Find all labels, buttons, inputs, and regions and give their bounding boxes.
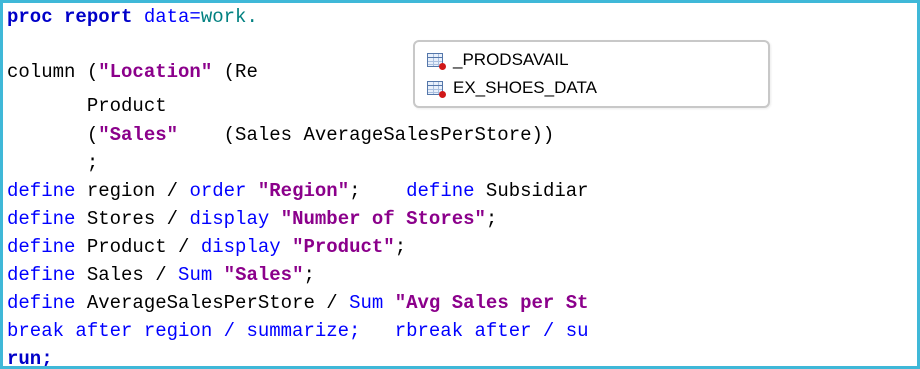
code-line[interactable]: ; <box>7 149 98 177</box>
code-token: display <box>189 208 270 230</box>
code-token: (Sales AverageSalesPerStore)) <box>178 124 555 146</box>
code-token: Product / <box>75 236 201 258</box>
code-line[interactable]: define region / order "Region"; define S… <box>7 177 589 205</box>
code-token: ; <box>349 180 407 202</box>
code-token: "Sales" <box>98 124 179 146</box>
code-line[interactable]: proc report data=work. <box>7 3 258 31</box>
autocomplete-item-label: _PRODSAVAIL <box>453 50 569 69</box>
code-token: AverageSalesPerStore / <box>75 292 350 314</box>
code-token: data= <box>132 6 201 28</box>
code-token: Sum <box>349 292 384 314</box>
code-line[interactable]: define Stores / display "Number of Store… <box>7 205 497 233</box>
code-line[interactable]: break after region / summarize; rbreak a… <box>7 317 589 345</box>
code-token: proc report <box>7 6 133 28</box>
code-token: column ( <box>7 61 99 83</box>
code-token: Sum <box>178 264 213 286</box>
code-editor-frame: proc report data=work. column ("Location… <box>0 0 920 369</box>
code-token: ; <box>7 152 99 174</box>
autocomplete-popup: _PRODSAVAIL EX_SHOES_DATA <box>413 40 770 108</box>
code-token: define <box>7 236 76 258</box>
code-line[interactable]: Product <box>7 92 167 120</box>
code-line[interactable]: ("Sales" (Sales AverageSalesPerStore)) <box>7 121 555 149</box>
code-token: "Avg Sales per St <box>394 292 589 314</box>
code-token: ; <box>485 208 498 230</box>
code-token: "Number of Stores" <box>280 208 486 230</box>
code-token: run; <box>7 348 53 369</box>
code-token: ( <box>7 124 99 146</box>
code-token: Subsidiar <box>474 180 589 202</box>
code-token: Stores / <box>75 208 190 230</box>
code-token: order <box>189 180 247 202</box>
code-token: rbreak after / su <box>394 320 589 342</box>
code-token: define <box>7 180 76 202</box>
autocomplete-item-prodsavail[interactable]: _PRODSAVAIL <box>427 48 569 72</box>
autocomplete-item-ex-shoes-data[interactable]: EX_SHOES_DATA <box>427 76 597 100</box>
code-token: define <box>406 180 475 202</box>
code-token: define <box>7 208 76 230</box>
code-token: "Region" <box>257 180 350 202</box>
code-token: "Sales" <box>223 264 304 286</box>
dataset-icon <box>427 80 446 98</box>
code-token: break after region / summarize; <box>7 320 361 342</box>
code-line[interactable]: run; <box>7 345 53 369</box>
autocomplete-item-label: EX_SHOES_DATA <box>453 78 597 97</box>
code-token: Product <box>7 95 167 117</box>
code-token: ; <box>394 236 407 258</box>
code-line[interactable]: define Sales / Sum "Sales"; <box>7 261 315 289</box>
code-token: Sales / <box>75 264 179 286</box>
code-token: work. <box>200 6 258 28</box>
code-token: display <box>200 236 281 258</box>
code-line[interactable]: define Product / display "Product"; <box>7 233 406 261</box>
code-line[interactable]: define AverageSalesPerStore / Sum "Avg S… <box>7 289 589 317</box>
code-token: define <box>7 264 76 286</box>
dataset-icon <box>427 52 446 70</box>
code-token: "Location" <box>98 61 213 83</box>
code-token: define <box>7 292 76 314</box>
code-token: (Re <box>212 61 258 83</box>
code-token: "Product" <box>292 236 395 258</box>
code-token: ; <box>303 264 315 286</box>
code-token: region / <box>75 180 190 202</box>
